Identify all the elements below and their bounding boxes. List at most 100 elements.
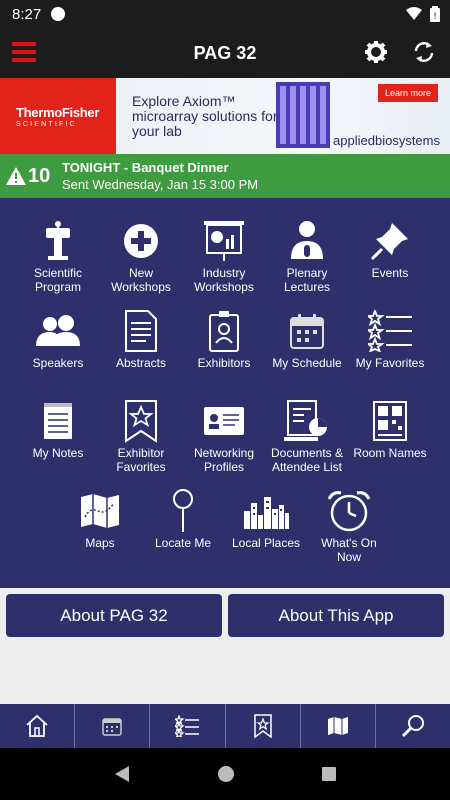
business-card-icon: [204, 407, 244, 435]
tile-my-schedule[interactable]: My Schedule: [265, 306, 349, 396]
refresh-icon[interactable]: [412, 40, 436, 64]
tab-maps[interactable]: [301, 704, 376, 748]
star-list-icon: [368, 310, 412, 352]
map-pin-icon: [173, 489, 193, 532]
tile-label-text: What's On Now: [321, 536, 377, 564]
tile-label-text: Abstracts: [115, 356, 166, 370]
tile-label-text: Scientific Program: [33, 266, 83, 294]
tile-label-text: Exhibitors: [197, 356, 251, 370]
tile-new-workshops[interactable]: New Workshops: [99, 216, 183, 306]
tile-room-names[interactable]: Room Names: [348, 396, 432, 486]
app-bar: PAG 32: [0, 28, 450, 78]
tile-abstracts[interactable]: Abstracts: [99, 306, 183, 396]
ad-headline: Explore Axiom™ microarray solutions for …: [132, 93, 278, 139]
battery-icon: !: [430, 6, 440, 22]
tab-exhibitor-favorites[interactable]: [226, 704, 301, 748]
tile-events[interactable]: Events: [348, 216, 432, 306]
tile-label-text: New Workshops: [111, 266, 171, 294]
tile-whats-on-now[interactable]: What's On Now: [307, 486, 391, 576]
tile-label-text: Room Names: [353, 446, 427, 460]
menu-icon[interactable]: [12, 42, 36, 62]
document-icon: [125, 310, 157, 352]
bottom-tab-bar: [0, 704, 450, 748]
tile-exhibitor-favorites[interactable]: Exhibitor Favorites: [99, 396, 183, 486]
tile-label-text: Industry Workshops: [194, 266, 254, 294]
tile-label-text: My Schedule: [272, 356, 342, 370]
map-icon: [81, 494, 119, 528]
svg-text:!: !: [433, 12, 437, 22]
notification-icon: [51, 7, 66, 21]
partner-logo: appliedbiosystems: [333, 133, 440, 148]
sponsor-banner[interactable]: ThermoFisher SCIENTIFIC Explore Axiom™ m…: [0, 78, 450, 154]
alert-subtitle: Sent Wednesday, Jan 15 3:00 PM: [62, 177, 259, 192]
tab-schedule[interactable]: [75, 704, 151, 748]
about-buttons-area: About PAG 32 About This App: [0, 588, 450, 704]
people-icon: [36, 315, 80, 346]
learn-more-button[interactable]: Learn more: [377, 84, 438, 102]
calendar-icon: [102, 718, 122, 736]
home-icon: [26, 714, 48, 737]
tile-label-text: My Notes: [32, 446, 84, 460]
thermofisher-logo: ThermoFisher SCIENTIFIC: [0, 78, 116, 154]
qr-sign-icon: [373, 401, 407, 441]
wifi-icon: [406, 7, 422, 20]
map-icon: [327, 717, 348, 735]
tab-home[interactable]: [0, 704, 76, 748]
microarray-chip-icon: [276, 82, 330, 148]
notepad-icon: [44, 403, 72, 439]
tile-networking-profiles[interactable]: Networking Profiles: [182, 396, 266, 486]
ad-content: Explore Axiom™ microarray solutions for …: [116, 78, 450, 154]
tile-maps[interactable]: Maps: [58, 486, 142, 576]
system-nav-bar: [0, 748, 450, 800]
tab-search[interactable]: [376, 704, 450, 748]
tile-my-favorites[interactable]: My Favorites: [348, 306, 432, 396]
brand-line1: ThermoFisher: [16, 104, 100, 120]
pushpin-icon: [370, 223, 408, 261]
tile-label-text: My Favorites: [355, 356, 425, 370]
tile-local-places[interactable]: Local Places: [224, 486, 308, 576]
tile-my-notes[interactable]: My Notes: [16, 396, 100, 486]
alarm-clock-icon: [327, 491, 371, 532]
feature-grid: Scientific Program New Workshops Industr…: [0, 198, 450, 588]
speaker-mic-icon: [291, 221, 323, 259]
status-bar: 8:27 !: [0, 0, 450, 28]
warning-icon: [6, 167, 26, 185]
tile-label-text: Exhibitor Favorites: [116, 446, 166, 474]
plus-circle-icon: [124, 224, 158, 258]
tile-label-text: Locate Me: [154, 536, 212, 550]
alert-banner[interactable]: 10 TONIGHT - Banquet Dinner Sent Wednesd…: [0, 154, 450, 198]
star-bookmark-icon: [253, 714, 272, 738]
search-icon: [401, 715, 424, 738]
city-skyline-icon: [244, 497, 289, 529]
tile-label-text: Local Places: [231, 536, 301, 550]
badge-icon: [209, 311, 239, 352]
brand-line2: SCIENTIFIC: [16, 120, 77, 128]
tile-speakers[interactable]: Speakers: [16, 306, 100, 396]
tile-locate-me[interactable]: Locate Me: [141, 486, 225, 576]
alert-title: TONIGHT - Banquet Dinner: [62, 160, 229, 175]
tile-documents-attendee-list[interactable]: Documents & Attendee List: [265, 396, 349, 486]
status-time: 8:27: [12, 5, 42, 23]
calendar-icon: [290, 314, 324, 349]
gear-icon[interactable]: [364, 40, 388, 64]
alert-count-number: 10: [28, 164, 51, 187]
tile-plenary-lectures[interactable]: Plenary Lectures: [265, 216, 349, 306]
recents-icon[interactable]: [321, 766, 337, 782]
tile-label-text: Events: [371, 266, 409, 280]
tile-label-text: Plenary Lectures: [283, 266, 331, 294]
star-bookmark-icon: [125, 400, 157, 443]
tab-favorites[interactable]: [150, 704, 226, 748]
back-icon[interactable]: [113, 765, 131, 783]
tile-exhibitors[interactable]: Exhibitors: [182, 306, 266, 396]
tile-label-text: Maps: [85, 536, 115, 550]
podium-icon: [46, 221, 70, 260]
tile-label: Scientific Program: [16, 266, 100, 294]
home-button-icon[interactable]: [216, 764, 236, 784]
tile-label-text: Speakers: [32, 356, 84, 370]
tile-label-text: Networking Profiles: [193, 446, 255, 474]
status-icons: !: [406, 6, 440, 22]
about-app-button[interactable]: About This App: [228, 594, 444, 637]
tile-industry-workshops[interactable]: Industry Workshops: [182, 216, 266, 306]
about-event-button[interactable]: About PAG 32: [6, 594, 222, 637]
tile-scientific-program[interactable]: Scientific Program: [16, 216, 100, 306]
